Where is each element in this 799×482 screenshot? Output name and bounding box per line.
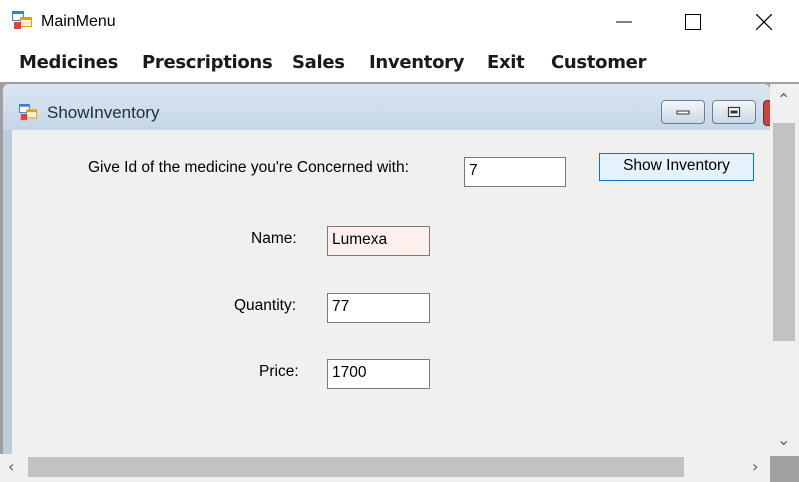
quantity-label: Quantity: (234, 297, 297, 314)
scroll-left-icon[interactable]: ‹ (8, 459, 14, 475)
restore-icon (727, 106, 741, 118)
window-title: MainMenu (41, 13, 116, 30)
child-restore-button[interactable] (712, 100, 756, 124)
scroll-right-icon[interactable]: › (752, 459, 758, 475)
child-minimize-button[interactable] (661, 100, 705, 124)
menu-exit[interactable]: Exit (487, 44, 525, 82)
resize-grip-icon[interactable] (776, 462, 794, 480)
app-form-icon (12, 11, 32, 29)
prompt-label: Give Id of the medicine you're Concerned… (88, 159, 409, 176)
horizontal-scroll-thumb[interactable] (28, 457, 684, 477)
price-label: Price: (259, 363, 299, 380)
menu-sales[interactable]: Sales (292, 44, 345, 82)
menu-medicines[interactable]: Medicines (19, 44, 118, 82)
quantity-field[interactable]: 77 (327, 293, 430, 323)
name-label: Name: (251, 230, 297, 247)
child-window-showinventory: ShowInventory (3, 84, 770, 456)
maximize-button[interactable] (670, 0, 716, 44)
close-icon (756, 14, 772, 30)
close-button[interactable] (741, 0, 787, 44)
menu-inventory[interactable]: Inventory (369, 44, 464, 82)
child-close-button[interactable] (763, 100, 770, 126)
scroll-up-icon[interactable]: ⌃ (777, 92, 790, 108)
app-form-icon (19, 104, 37, 121)
minimize-icon (676, 110, 690, 115)
vertical-scroll-thumb[interactable] (773, 123, 795, 341)
menu-prescriptions[interactable]: Prescriptions (142, 44, 273, 82)
maximize-icon (685, 14, 701, 30)
menu-customer[interactable]: Customer (551, 44, 646, 82)
name-field[interactable]: Lumexa (327, 226, 430, 256)
medicine-id-input[interactable]: 7 (464, 157, 566, 187)
scroll-down-icon[interactable]: ⌄ (777, 432, 790, 448)
minimize-icon (616, 21, 632, 23)
child-title: ShowInventory (47, 103, 160, 122)
show-inventory-button[interactable]: Show Inventory (599, 153, 754, 181)
minimize-button[interactable] (601, 0, 647, 44)
price-field[interactable]: 1700 (327, 359, 430, 389)
